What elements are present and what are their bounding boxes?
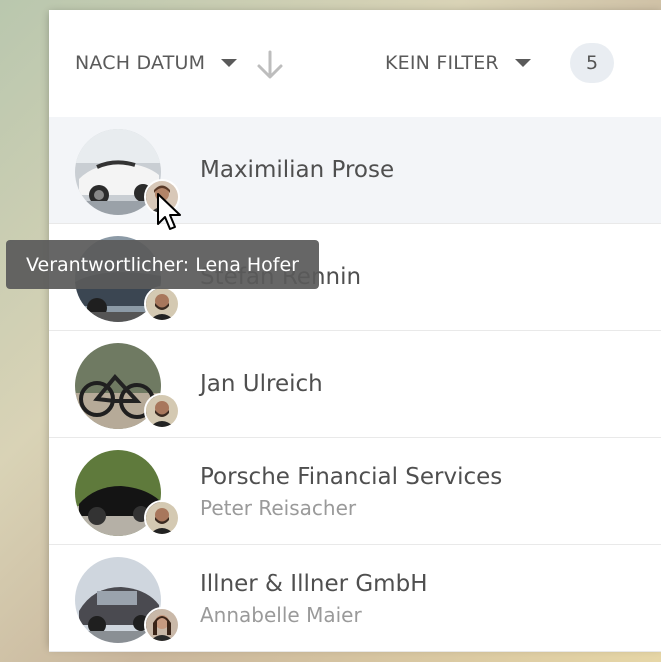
contact-name: Illner & Illner GmbH [200,571,428,597]
filter-dropdown[interactable]: KEIN FILTER [385,52,531,74]
list-item[interactable]: Porsche Financial Services Peter Reisach… [49,438,661,545]
result-count-badge: 5 [570,43,614,83]
responsible-user-avatar[interactable] [144,500,180,536]
responsible-user-tooltip: Verantwortlicher: Lena Hofer [6,240,319,289]
sort-direction-arrow-icon[interactable] [256,50,284,80]
filter-dropdown-label: KEIN FILTER [385,52,499,74]
contact-person: Peter Reisacher [200,496,357,520]
chevron-down-icon [221,59,238,67]
list-item[interactable]: Jan Ulreich [49,331,661,438]
contact-person: Annabelle Maier [200,603,362,627]
mouse-pointer-icon [157,193,181,230]
list-toolbar: NACH DATUM KEIN FILTER 5 [49,10,661,118]
contact-name: Porsche Financial Services [200,464,503,490]
list-item[interactable]: Maximilian Prose [49,117,661,224]
responsible-user-avatar[interactable] [144,607,180,643]
contact-name: Maximilian Prose [200,157,395,183]
list-item[interactable]: Illner & Illner GmbH Annabelle Maier [49,545,661,652]
contact-list: Maximilian Prose Stefan Re [49,117,661,652]
responsible-user-avatar[interactable] [144,286,180,322]
sort-dropdown-label: NACH DATUM [75,52,206,74]
responsible-user-avatar[interactable] [144,393,180,429]
contact-name: Jan Ulreich [200,371,323,397]
chevron-down-icon [514,59,531,67]
contact-list-panel: NACH DATUM KEIN FILTER 5 Maximilian Pros… [49,10,661,652]
sort-dropdown[interactable]: NACH DATUM [75,52,238,74]
